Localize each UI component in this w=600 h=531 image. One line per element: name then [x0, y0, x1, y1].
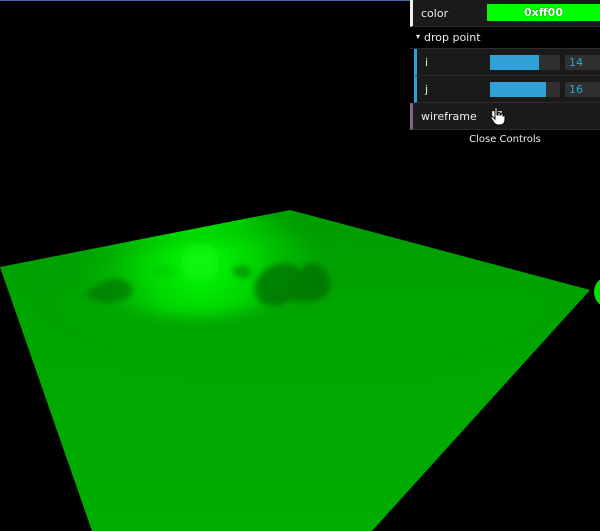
close-controls-button[interactable]: Close Controls [410, 130, 600, 150]
folder-title: drop point [424, 31, 481, 44]
i-number-input[interactable]: 14 [565, 55, 600, 70]
i-label: i [425, 56, 429, 69]
color-label: color [421, 7, 449, 20]
viewport[interactable]: color 0xff00 ▾ drop point i 14 j 16 wire… [0, 0, 600, 531]
i-slider-fill [490, 55, 539, 70]
j-slider[interactable] [490, 82, 560, 97]
color-control: color 0xff00 [410, 0, 600, 27]
caret-down-icon: ▾ [416, 32, 421, 41]
wireframe-label: wireframe [421, 110, 477, 123]
color-picker[interactable]: 0xff00 [487, 4, 600, 21]
i-control: i 14 [414, 49, 600, 76]
controls-panel: color 0xff00 ▾ drop point i 14 j 16 wire… [410, 0, 600, 150]
j-number-input[interactable]: 16 [565, 82, 600, 97]
folder-drop-point[interactable]: ▾ drop point [410, 27, 600, 49]
hand-pointer-icon [490, 106, 506, 126]
i-slider[interactable] [490, 55, 560, 70]
j-label: j [425, 83, 429, 96]
j-control: j 16 [414, 76, 600, 103]
green-sphere [594, 279, 600, 305]
wireframe-control: wireframe [410, 103, 600, 130]
j-slider-fill [490, 82, 546, 97]
